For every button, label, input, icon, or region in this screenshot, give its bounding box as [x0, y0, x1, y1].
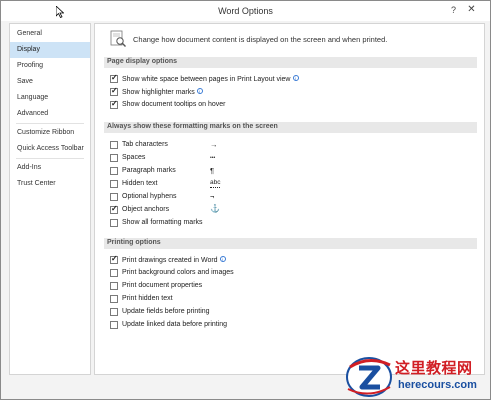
info-icon: i — [292, 75, 299, 81]
option-tab-characters[interactable]: Tab characters → — [110, 140, 430, 150]
option-label: Show all formatting marks — [122, 219, 203, 226]
checkbox-checked[interactable]: ✓ — [110, 204, 118, 214]
option-label: Paragraph marks — [122, 167, 176, 174]
option-optional-hyphens[interactable]: Optional hyphens ¬ — [110, 192, 430, 202]
space-dots-icon: ••• — [210, 155, 216, 161]
checkbox-unchecked[interactable] — [110, 308, 118, 316]
option-label: Show document tooltips on hover — [122, 101, 226, 108]
nav-item-general[interactable]: General — [10, 26, 90, 42]
checkbox-unchecked[interactable] — [110, 282, 118, 290]
option-print-background[interactable]: Print background colors and images — [110, 268, 430, 278]
option-update-fields[interactable]: Update fields before printing — [110, 307, 430, 317]
watermark-url: herecours.com — [398, 379, 477, 391]
option-label: Print drawings created in Word — [122, 257, 218, 264]
option-label: Spaces — [122, 154, 146, 161]
checkbox-unchecked[interactable] — [110, 295, 118, 303]
option-label: Show white space between pages in Print … — [122, 76, 291, 83]
section-page-display: Page display options — [104, 57, 477, 68]
option-show-white-space[interactable]: ✓ Show white space between pages in Prin… — [110, 73, 430, 84]
option-show-all-formatting-marks[interactable]: Show all formatting marks — [110, 218, 430, 228]
checkbox-unchecked[interactable] — [110, 141, 118, 149]
nav-item-trust-center[interactable]: Trust Center — [10, 176, 90, 192]
nav-item-quick-access-toolbar[interactable]: Quick Access Toolbar — [10, 141, 90, 157]
info-icon: i — [196, 88, 203, 94]
option-label: Optional hyphens — [122, 193, 177, 200]
option-label: Tab characters — [122, 141, 168, 148]
section-formatting-marks: Always show these formatting marks on th… — [104, 122, 477, 133]
option-label: Update linked data before printing — [122, 321, 228, 328]
option-print-document-properties[interactable]: Print document properties — [110, 281, 430, 291]
close-button[interactable]: ✕ — [465, 4, 478, 16]
option-label: Print document properties — [122, 282, 203, 289]
option-print-drawings[interactable]: ✓ Print drawings created in Word i — [110, 254, 430, 265]
checkbox-checked[interactable]: ✓ — [110, 254, 118, 264]
pilcrow-icon: ¶ — [210, 166, 215, 175]
checkbox-checked[interactable]: ✓ — [110, 86, 118, 96]
nav-item-customize-ribbon[interactable]: Customize Ribbon — [10, 125, 90, 141]
hidden-text-sample-icon: abc — [210, 179, 221, 188]
option-show-highlighter-marks[interactable]: ✓ Show highlighter marks i — [110, 86, 430, 97]
checkbox-unchecked[interactable] — [110, 219, 118, 227]
nav-item-save[interactable]: Save — [10, 74, 90, 90]
section-title: Printing options — [107, 239, 161, 246]
options-category-list: General Display Proofing Save Language A… — [9, 23, 91, 375]
option-hidden-text[interactable]: Hidden text abc — [110, 179, 430, 189]
option-label: Show highlighter marks — [122, 89, 195, 96]
info-icon: i — [219, 256, 226, 262]
watermark-chinese-text: 这里教程网 — [395, 359, 473, 377]
nav-item-advanced[interactable]: Advanced — [10, 106, 90, 122]
option-spaces[interactable]: Spaces ••• — [110, 153, 430, 163]
nav-item-proofing[interactable]: Proofing — [10, 58, 90, 74]
checkmark-icon: ✓ — [111, 99, 118, 108]
checkbox-unchecked[interactable] — [110, 321, 118, 329]
checkbox-unchecked[interactable] — [110, 154, 118, 162]
option-label: Update fields before printing — [122, 308, 210, 315]
nav-item-add-ins[interactable]: Add-Ins — [10, 160, 90, 176]
nav-divider — [16, 158, 84, 159]
title-bar: Word Options ? ✕ — [1, 1, 490, 21]
option-show-document-tooltips[interactable]: ✓ Show document tooltips on hover — [110, 99, 430, 110]
tab-arrow-icon: → — [210, 140, 218, 149]
section-title: Page display options — [107, 58, 178, 65]
checkbox-checked[interactable]: ✓ — [110, 99, 118, 109]
display-options-panel: Change how document content is displayed… — [94, 23, 485, 375]
panel-header: Change how document content is displayed… — [109, 30, 469, 50]
watermark-logo-icon — [344, 353, 394, 399]
help-button[interactable]: ? — [447, 4, 460, 16]
nav-item-display[interactable]: Display — [10, 42, 90, 58]
checkbox-unchecked[interactable] — [110, 167, 118, 175]
section-printing-options: Printing options — [104, 238, 477, 249]
option-update-linked-data[interactable]: Update linked data before printing — [110, 320, 430, 330]
option-label: Object anchors — [122, 206, 170, 213]
checkmark-icon: ✓ — [111, 204, 118, 213]
checkmark-icon: ✓ — [111, 254, 118, 263]
option-label: Print hidden text — [122, 295, 173, 302]
optional-hyphen-icon: ¬ — [210, 192, 215, 201]
word-options-dialog: Word Options ? ✕ General Display Proofin… — [0, 0, 491, 400]
checkmark-icon: ✓ — [111, 73, 118, 82]
option-print-hidden-text[interactable]: Print hidden text — [110, 294, 430, 304]
checkmark-icon: ✓ — [111, 86, 118, 95]
option-paragraph-marks[interactable]: Paragraph marks ¶ — [110, 166, 430, 176]
checkbox-unchecked[interactable] — [110, 269, 118, 277]
site-watermark: 这里教程网 herecours.com — [344, 353, 491, 399]
option-object-anchors[interactable]: ✓ Object anchors ⚓ — [110, 204, 430, 215]
anchor-icon: ⚓ — [210, 204, 220, 213]
nav-item-language[interactable]: Language — [10, 90, 90, 106]
panel-description: Change how document content is displayed… — [133, 35, 388, 44]
nav-divider — [16, 123, 84, 124]
magnifier-document-icon — [109, 30, 127, 48]
checkbox-checked[interactable]: ✓ — [110, 73, 118, 83]
window-title: Word Options — [218, 6, 273, 16]
option-label: Hidden text — [122, 180, 158, 187]
section-title: Always show these formatting marks on th… — [107, 123, 278, 130]
option-label: Print background colors and images — [122, 269, 234, 276]
checkbox-unchecked[interactable] — [110, 180, 118, 188]
checkbox-unchecked[interactable] — [110, 193, 118, 201]
